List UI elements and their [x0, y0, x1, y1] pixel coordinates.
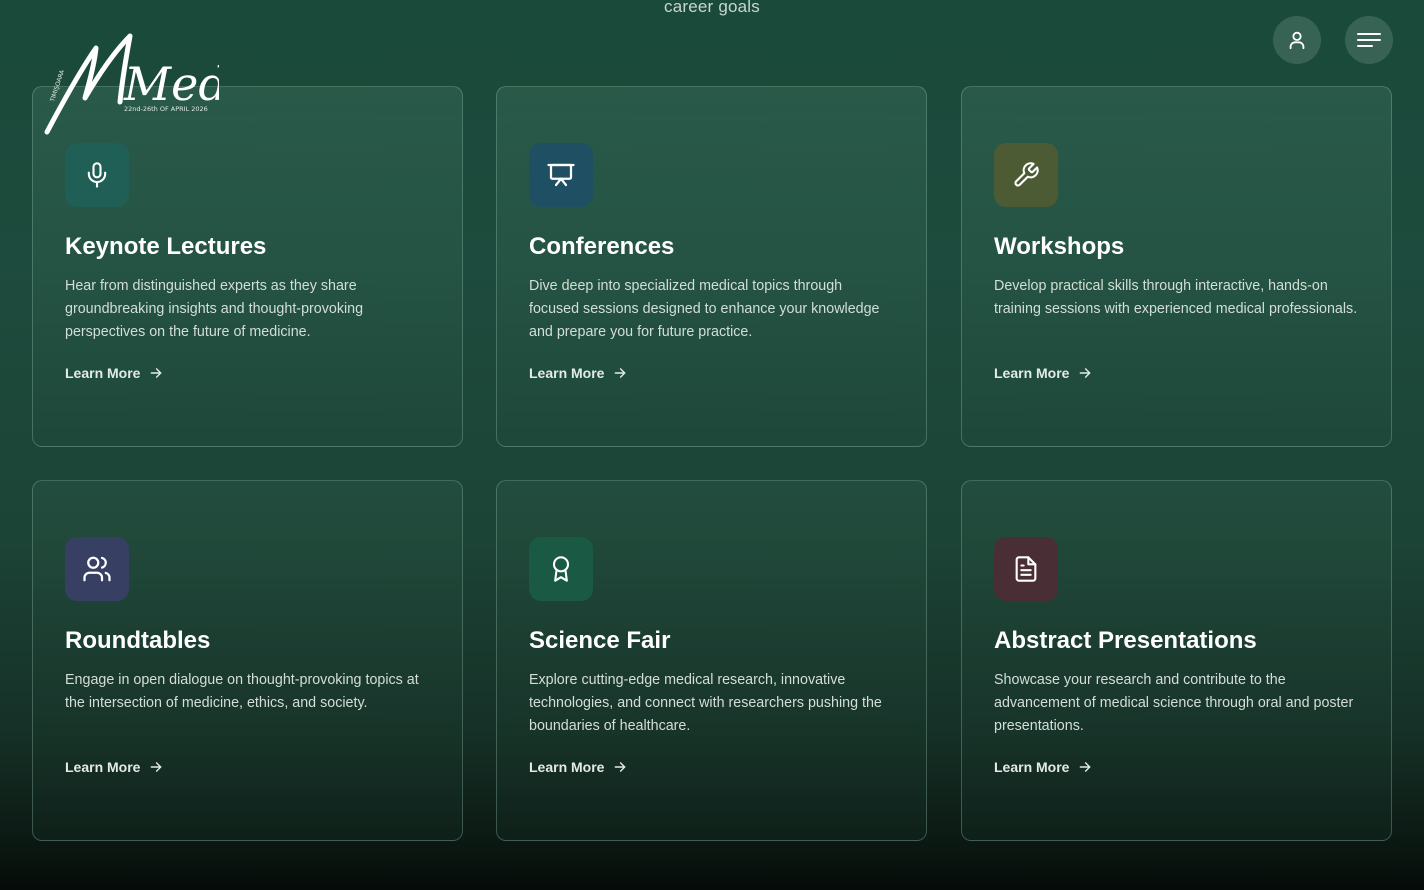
card-conferences: Conferences Dive deep into specialized m… [496, 86, 927, 447]
card-abstract-presentations: Abstract Presentations Showcase your res… [961, 480, 1392, 841]
file-text-icon [1015, 556, 1037, 582]
card-description: Hear from distinguished experts as they … [65, 278, 364, 340]
user-account-button[interactable] [1273, 16, 1321, 64]
card-icon-box [529, 537, 593, 601]
learn-more-label: Learn More [529, 365, 605, 381]
card-icon-box [529, 143, 593, 207]
card-description: Engage in open dialogue on thought-provo… [65, 672, 419, 711]
arrow-right-icon [151, 762, 162, 772]
card-description: Develop practical skills through interac… [994, 278, 1358, 317]
arrow-right-icon [1080, 762, 1091, 772]
learn-more-link[interactable]: Learn More [65, 365, 163, 381]
award-icon [552, 556, 570, 582]
wrench-icon [1014, 162, 1039, 187]
logo-graphic: Medis TIMIȘOARA 22nd-26th OF APRIL 2026 [44, 33, 219, 135]
card-workshops: Workshops Develop practical skills throu… [961, 86, 1392, 447]
card-description: Explore cutting-edge medical research, i… [529, 672, 882, 734]
logo-dates: 22nd-26th OF APRIL 2026 [124, 105, 208, 113]
learn-more-link[interactable]: Learn More [529, 365, 627, 381]
users-icon [83, 556, 111, 582]
card-title: Roundtables [65, 627, 211, 654]
card-icon-box [65, 537, 129, 601]
menu-button[interactable] [1345, 16, 1393, 64]
card-title: Keynote Lectures [65, 233, 267, 260]
medis-logo[interactable]: Medis TIMIȘOARA 22nd-26th OF APRIL 2026 [44, 30, 219, 138]
arrow-right-icon [615, 368, 626, 378]
arrow-right-icon [615, 762, 626, 772]
card-icon-box [65, 143, 129, 207]
microphone-icon [87, 162, 107, 188]
card-icon-box [994, 143, 1058, 207]
card-title: Abstract Presentations [994, 627, 1257, 654]
user-icon [1289, 31, 1305, 50]
logo-title: Medis [123, 57, 219, 111]
learn-more-label: Learn More [994, 759, 1070, 775]
learn-more-label: Learn More [529, 759, 605, 775]
arrow-right-icon [151, 368, 162, 378]
section-caption: career goals [664, 0, 760, 16]
card-title: Workshops [994, 233, 1125, 260]
card-description: Showcase your research and contribute to… [994, 672, 1354, 734]
learn-more-link[interactable]: Learn More [529, 759, 627, 775]
learn-more-label: Learn More [65, 759, 141, 775]
learn-more-label: Learn More [994, 365, 1070, 381]
card-keynote-lectures: Keynote Lectures Hear from distinguished… [32, 86, 463, 447]
card-science-fair: Science Fair Explore cutting-edge medica… [496, 480, 927, 841]
learn-more-link[interactable]: Learn More [994, 759, 1092, 775]
learn-more-link[interactable]: Learn More [994, 365, 1092, 381]
card-title: Conferences [529, 233, 675, 260]
card-icon-box [994, 537, 1058, 601]
learn-more-link[interactable]: Learn More [65, 759, 163, 775]
arrow-right-icon [1080, 368, 1091, 378]
learn-more-label: Learn More [65, 365, 141, 381]
card-description: Dive deep into specialized medical topic… [529, 278, 880, 340]
menu-icon [1357, 33, 1381, 47]
card-roundtables: Roundtables Engage in open dialogue on t… [32, 480, 463, 841]
card-title: Science Fair [529, 627, 671, 654]
presentation-icon [547, 163, 575, 187]
